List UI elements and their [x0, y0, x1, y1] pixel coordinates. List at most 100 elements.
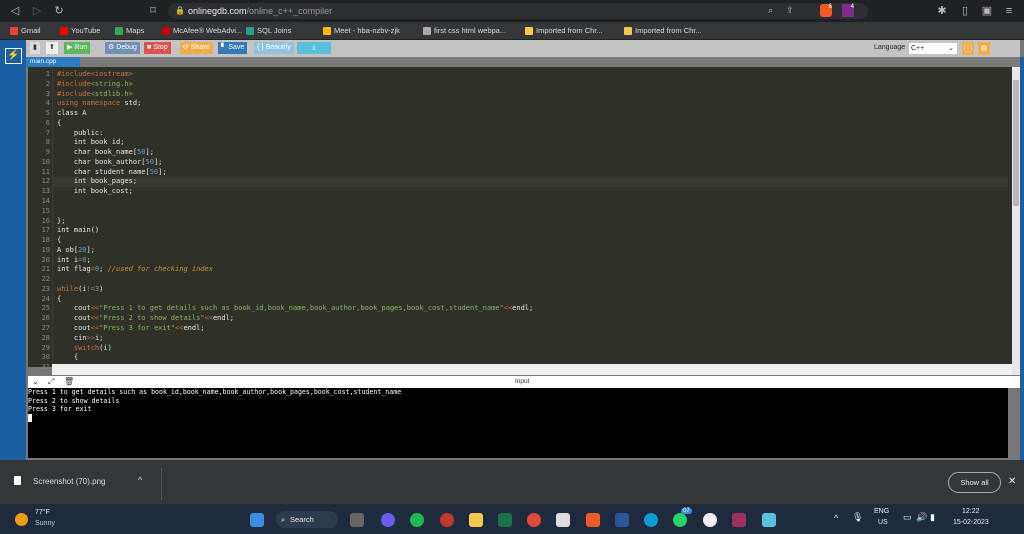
word-icon[interactable] [615, 513, 629, 527]
zoom-icon[interactable]: ⌕ [768, 5, 773, 16]
brave-rewards-icon[interactable]: 4 [842, 4, 854, 17]
code-line[interactable]: cin>>i; [57, 334, 104, 344]
stop-button[interactable]: ■ Stop [144, 42, 171, 54]
new-file-icon[interactable]: ▮ [30, 42, 40, 54]
tab-main-cpp[interactable]: main.cpp [26, 57, 80, 67]
clear-icon[interactable]: 🗑 [64, 377, 74, 386]
code-line[interactable]: #include<string.h> [57, 80, 133, 90]
code-line[interactable]: using namespace std; [57, 99, 141, 109]
share-icon[interactable]: ⇪ [786, 5, 794, 16]
network-icon[interactable]: ▭ [903, 512, 912, 523]
code-line[interactable]: { [57, 236, 61, 246]
task-view-icon[interactable] [350, 513, 364, 527]
code-line[interactable]: class A [57, 109, 87, 119]
share-button[interactable]: ⟳ Share [180, 42, 213, 54]
save-button[interactable]: ▘ Save [218, 42, 248, 54]
language-select[interactable]: C++ ⌄ [909, 43, 957, 54]
settings-icon[interactable]: ⚙ [978, 42, 990, 55]
wallet-icon[interactable]: ▣ [980, 4, 994, 18]
whatsapp-icon[interactable] [673, 513, 687, 527]
code-line[interactable]: cout<<"Press 2 to show details"<<endl; [57, 314, 234, 324]
code-line[interactable]: { [57, 119, 61, 129]
code-line[interactable]: int book_cost; [57, 187, 133, 197]
code-line[interactable]: public: [57, 129, 104, 139]
start-icon[interactable] [250, 513, 264, 527]
scrollbar-thumb[interactable] [1013, 80, 1019, 206]
code-line[interactable]: char book_name[50]; [57, 148, 154, 158]
winrar-icon[interactable] [732, 513, 746, 527]
collapse-icon[interactable]: ⌄ [32, 377, 39, 386]
clock-date[interactable]: 15-02-2023 [953, 519, 989, 526]
close-icon[interactable]: ✕ [1008, 476, 1016, 487]
bookmark-item[interactable]: Meet - hba-nzbv-zjk [323, 26, 400, 35]
excel-icon[interactable] [498, 513, 512, 527]
code-line[interactable]: int i=0; [57, 256, 91, 266]
address-bar[interactable]: 🔒 onlinegdb.com/online_c++_compiler ⌕ ⇪ [168, 3, 868, 19]
app-icon[interactable] [440, 513, 454, 527]
bookmark-item[interactable]: Imported from Chr... [624, 26, 702, 35]
menu-toggle-icon[interactable]: ⚡ [5, 48, 22, 64]
edge-icon[interactable] [644, 513, 658, 527]
microphone-icon[interactable]: 🎙 [852, 512, 863, 523]
download-button[interactable]: ⤓ [297, 42, 331, 54]
bookmark-item[interactable]: Gmail [10, 26, 41, 35]
chevron-up-icon[interactable]: ^ [138, 475, 142, 485]
right-strip [1020, 57, 1024, 460]
battery-icon[interactable]: ▮ [930, 512, 935, 523]
code-line[interactable]: #include<iostream> [57, 70, 133, 80]
spotify-icon[interactable] [410, 513, 424, 527]
brave-icon[interactable] [586, 513, 600, 527]
chrome-icon[interactable] [527, 513, 541, 527]
bookmark-item[interactable]: McAfee® WebAdvi... [162, 26, 242, 35]
brave-shield-icon[interactable]: 6 [820, 4, 832, 17]
code-line[interactable]: int flag=0; //used for checking index [57, 265, 213, 275]
bookmark-item[interactable]: YouTube [60, 26, 100, 35]
code-line[interactable]: int book_pages; [53, 177, 1008, 188]
bookmark-item[interactable]: Maps [115, 26, 144, 35]
chevron-up-icon[interactable]: ^ [834, 513, 838, 523]
download-file-name[interactable]: Screenshot (70).png [33, 477, 106, 486]
horizontal-scrollbar[interactable] [52, 364, 1012, 375]
file-explorer-icon[interactable] [469, 513, 483, 527]
info-icon[interactable]: ⓘ [962, 42, 974, 55]
run-button[interactable]: ▶ Run [64, 42, 91, 54]
code-line[interactable]: char book_author[50]; [57, 158, 163, 168]
search-button[interactable]: ⌕ Search [276, 511, 338, 528]
camera-app-icon[interactable] [703, 513, 717, 527]
beautify-button[interactable]: { } Beautify [254, 42, 294, 54]
code-line[interactable]: while(i!=3) [57, 285, 103, 295]
code-line[interactable]: char student name[50]; [57, 168, 167, 178]
code-line[interactable]: #include<stdlib.h> [57, 90, 133, 100]
code-line[interactable]: { [57, 353, 78, 363]
bookmark-item[interactable]: Imported from Chr... [525, 26, 603, 35]
show-all-button[interactable]: Show all [948, 472, 1001, 493]
store-icon[interactable] [556, 513, 570, 527]
reload-icon[interactable]: ↻ [52, 4, 66, 18]
upload-icon[interactable]: ⬆ [46, 42, 58, 54]
bookmark-item[interactable]: first css html webpa... [423, 26, 506, 35]
code-line[interactable]: cout<<"Press 1 to get details such as bo… [57, 304, 533, 314]
notepad-icon[interactable] [762, 513, 776, 527]
code-line[interactable]: }; [57, 217, 65, 227]
code-line[interactable]: A ob[20]; [57, 246, 95, 256]
console-output[interactable]: Press 1 to get details such as book_id,b… [28, 388, 1008, 458]
code-line[interactable]: int main() [57, 226, 99, 236]
bookmark-icon[interactable]: ⌑ [146, 4, 160, 18]
forward-icon[interactable]: ▷ [30, 4, 44, 18]
code-editor[interactable]: 1 #include<iostream> 2 #include<string.h> 3 #… [28, 67, 1012, 371]
chat-icon[interactable] [381, 513, 395, 527]
volume-icon[interactable]: 🔊 [916, 512, 927, 523]
code-line[interactable]: { [57, 295, 61, 305]
back-icon[interactable]: ◁ [8, 4, 22, 18]
code-line[interactable]: cout<<"Press 3 for exit"<<endl; [57, 324, 205, 334]
menu-icon[interactable]: ≡ [1002, 4, 1016, 18]
code-line[interactable]: int book id; [57, 138, 125, 148]
language-indicator[interactable]: ENG [874, 508, 889, 515]
clock-time[interactable]: 12:22 [962, 508, 980, 515]
sidebar-icon[interactable]: ▯ [958, 4, 972, 18]
extensions-icon[interactable]: ✱ [935, 4, 949, 18]
bookmark-item[interactable]: SQL Joins [246, 26, 291, 35]
expand-icon[interactable]: ⤢ [48, 377, 54, 387]
code-line[interactable]: switch(i) [57, 344, 112, 354]
debug-button[interactable]: ⚙ Debug [105, 42, 140, 54]
